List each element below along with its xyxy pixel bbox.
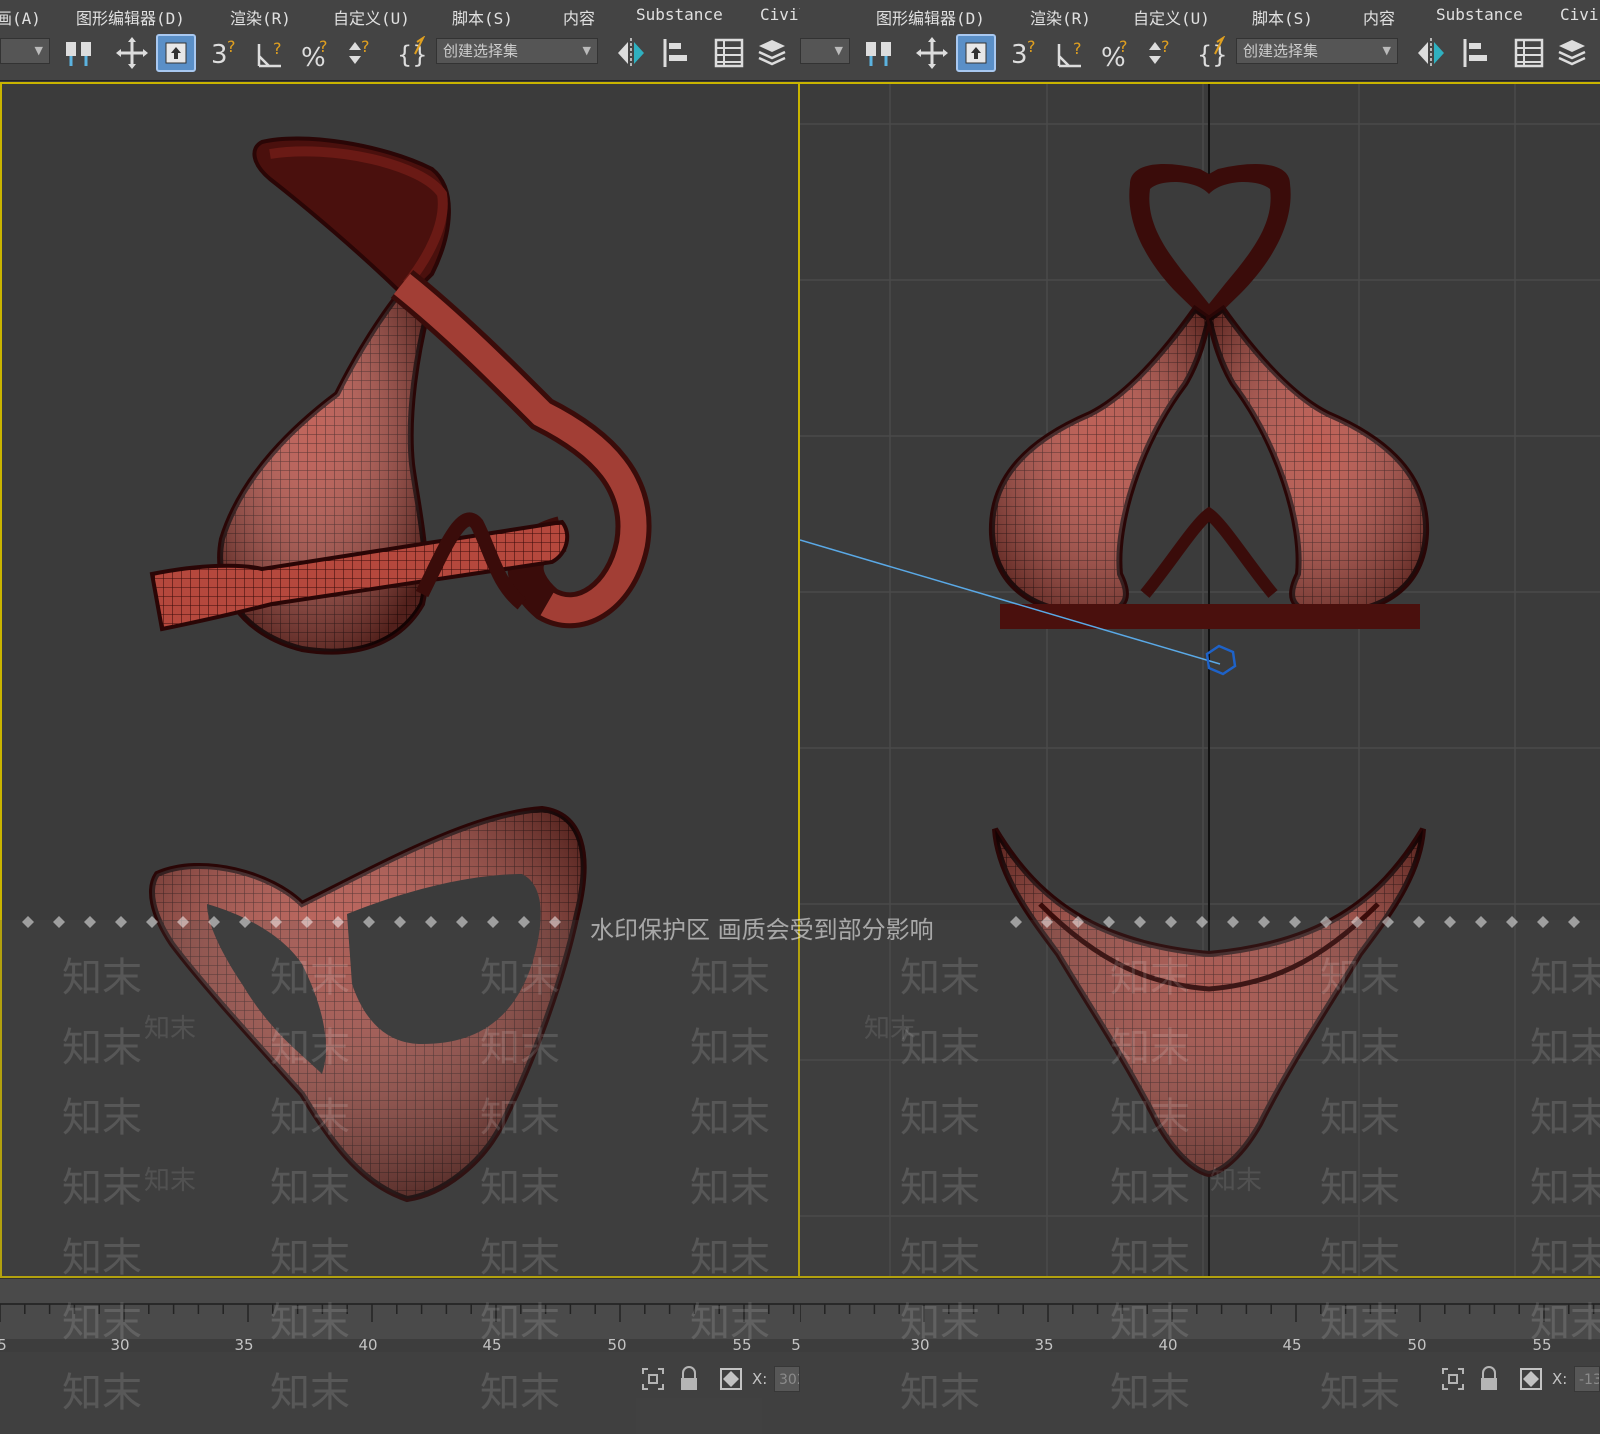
menu-civil[interactable]: Civi	[1560, 5, 1599, 24]
menu-civil[interactable]: Civil	[760, 5, 800, 24]
svg-text:?: ?	[1161, 37, 1170, 56]
percent-snap-icon[interactable]: %?	[298, 34, 334, 72]
svg-text:?: ?	[1027, 37, 1036, 56]
layer-manager-icon[interactable]	[754, 34, 790, 72]
edit-named-selection-icon[interactable]: {}	[394, 34, 430, 72]
spinner-snap-icon[interactable]: ?	[340, 34, 376, 72]
filter-dropdown[interactable]: ▼	[0, 38, 50, 64]
svg-text:?: ?	[1119, 37, 1128, 56]
menu-graph-editors[interactable]: 图形编辑器(D)	[76, 5, 185, 29]
move-icon[interactable]	[112, 34, 152, 72]
x-coordinate-field[interactable]: -13	[1574, 1366, 1600, 1392]
timeline-ruler[interactable]	[0, 1300, 800, 1340]
isolate-selection-icon[interactable]	[640, 1366, 666, 1396]
absolute-mode-icon[interactable]	[718, 1366, 744, 1396]
select-object-icon[interactable]	[956, 34, 996, 72]
pivot-helper-icon[interactable]	[1205, 644, 1237, 676]
svg-text:?: ?	[227, 37, 236, 56]
bikini-bottom-model-left[interactable]	[149, 805, 587, 1203]
menu-scripting[interactable]: 脚本(S)	[452, 5, 513, 29]
viewport-canvas	[800, 84, 1600, 1276]
menu-bar: 画(A) 图形编辑器(D) 渲染(R) 自定义(U) 脚本(S) 内容 Subs…	[0, 0, 800, 29]
svg-text:?: ?	[319, 37, 328, 56]
align-icon[interactable]	[1458, 34, 1496, 72]
menu-substance[interactable]: Substance	[1436, 5, 1523, 24]
layer-explorer-icon[interactable]	[710, 34, 748, 72]
spinner-snap-icon[interactable]: ?	[1140, 34, 1176, 72]
svg-text:3: 3	[1011, 40, 1028, 70]
selection-set-placeholder: 创建选择集	[443, 42, 519, 60]
viewport-pane-right: 图形编辑器(D) 渲染(R) 自定义(U) 脚本(S) 内容 Substance…	[800, 0, 1600, 1434]
menu-substance[interactable]: Substance	[636, 5, 723, 24]
filter-dropdown[interactable]: ▼	[800, 38, 850, 64]
snap-3d-icon[interactable]: 3?	[208, 34, 244, 72]
viewport-canvas	[149, 136, 652, 1203]
angle-snap-icon[interactable]: ?	[254, 34, 290, 72]
menu-bar: 图形编辑器(D) 渲染(R) 自定义(U) 脚本(S) 内容 Substance…	[800, 0, 1600, 29]
menu-rendering[interactable]: 渲染(R)	[230, 5, 291, 29]
viewport-pane-left: 画(A) 图形编辑器(D) 渲染(R) 自定义(U) 脚本(S) 内容 Subs…	[0, 0, 800, 1434]
svg-text:?: ?	[273, 39, 282, 58]
edit-named-selection-icon[interactable]: {}	[1194, 34, 1230, 72]
x-coordinate-label: X:	[1552, 1370, 1568, 1388]
perspective-viewport[interactable]	[0, 82, 800, 1278]
selection-set-placeholder: 创建选择集	[1243, 42, 1319, 60]
menu-customize[interactable]: 自定义(U)	[333, 5, 410, 29]
snap-3d-icon[interactable]: 3?	[1008, 34, 1044, 72]
menu-customize[interactable]: 自定义(U)	[1133, 5, 1210, 29]
lock-icon[interactable]	[678, 1366, 700, 1396]
menu-rendering[interactable]: 渲染(R)	[1030, 5, 1091, 29]
menu-content[interactable]: 内容	[563, 5, 595, 29]
x-coordinate-field[interactable]: 302	[774, 1366, 800, 1392]
selection-set-dropdown[interactable]: 创建选择集 ▼	[1236, 38, 1398, 64]
menu-graph-editors[interactable]: 图形编辑器(D)	[876, 5, 985, 29]
main-toolbar: ▼ 3? ? %? ? {} 创建选择集 ▼	[800, 28, 1600, 81]
percent-snap-icon[interactable]: %?	[1098, 34, 1134, 72]
svg-text:3: 3	[211, 40, 228, 70]
angle-snap-icon[interactable]: ?	[1054, 34, 1090, 72]
timeline-ruler[interactable]	[800, 1300, 1600, 1340]
lock-icon[interactable]	[1478, 1366, 1500, 1396]
x-coordinate-label: X:	[752, 1370, 768, 1388]
select-object-icon[interactable]	[156, 34, 196, 72]
svg-text:?: ?	[361, 37, 370, 56]
front-viewport[interactable]	[800, 82, 1600, 1278]
svg-text:{}: {}	[397, 41, 428, 69]
menu-content[interactable]: 内容	[1363, 5, 1395, 29]
mirror-icon[interactable]	[612, 34, 650, 72]
svg-text:{}: {}	[1197, 41, 1228, 69]
absolute-mode-icon[interactable]	[1518, 1366, 1544, 1396]
selection-set-dropdown[interactable]: 创建选择集 ▼	[436, 38, 598, 64]
layer-manager-icon[interactable]	[1554, 34, 1590, 72]
select-link-icon[interactable]	[60, 34, 100, 72]
mirror-icon[interactable]	[1412, 34, 1450, 72]
bikini-top-model-left[interactable]	[149, 136, 652, 655]
menu-scripting[interactable]: 脚本(S)	[1252, 5, 1313, 29]
select-link-icon[interactable]	[860, 34, 900, 72]
menu-animation[interactable]: 画(A)	[0, 5, 41, 29]
svg-text:?: ?	[1073, 39, 1082, 58]
isolate-selection-icon[interactable]	[1440, 1366, 1466, 1396]
layer-explorer-icon[interactable]	[1510, 34, 1548, 72]
main-toolbar: ▼ 3? ? %? ? {} 创建选择集 ▼	[0, 28, 800, 81]
align-icon[interactable]	[658, 34, 696, 72]
move-icon[interactable]	[912, 34, 952, 72]
